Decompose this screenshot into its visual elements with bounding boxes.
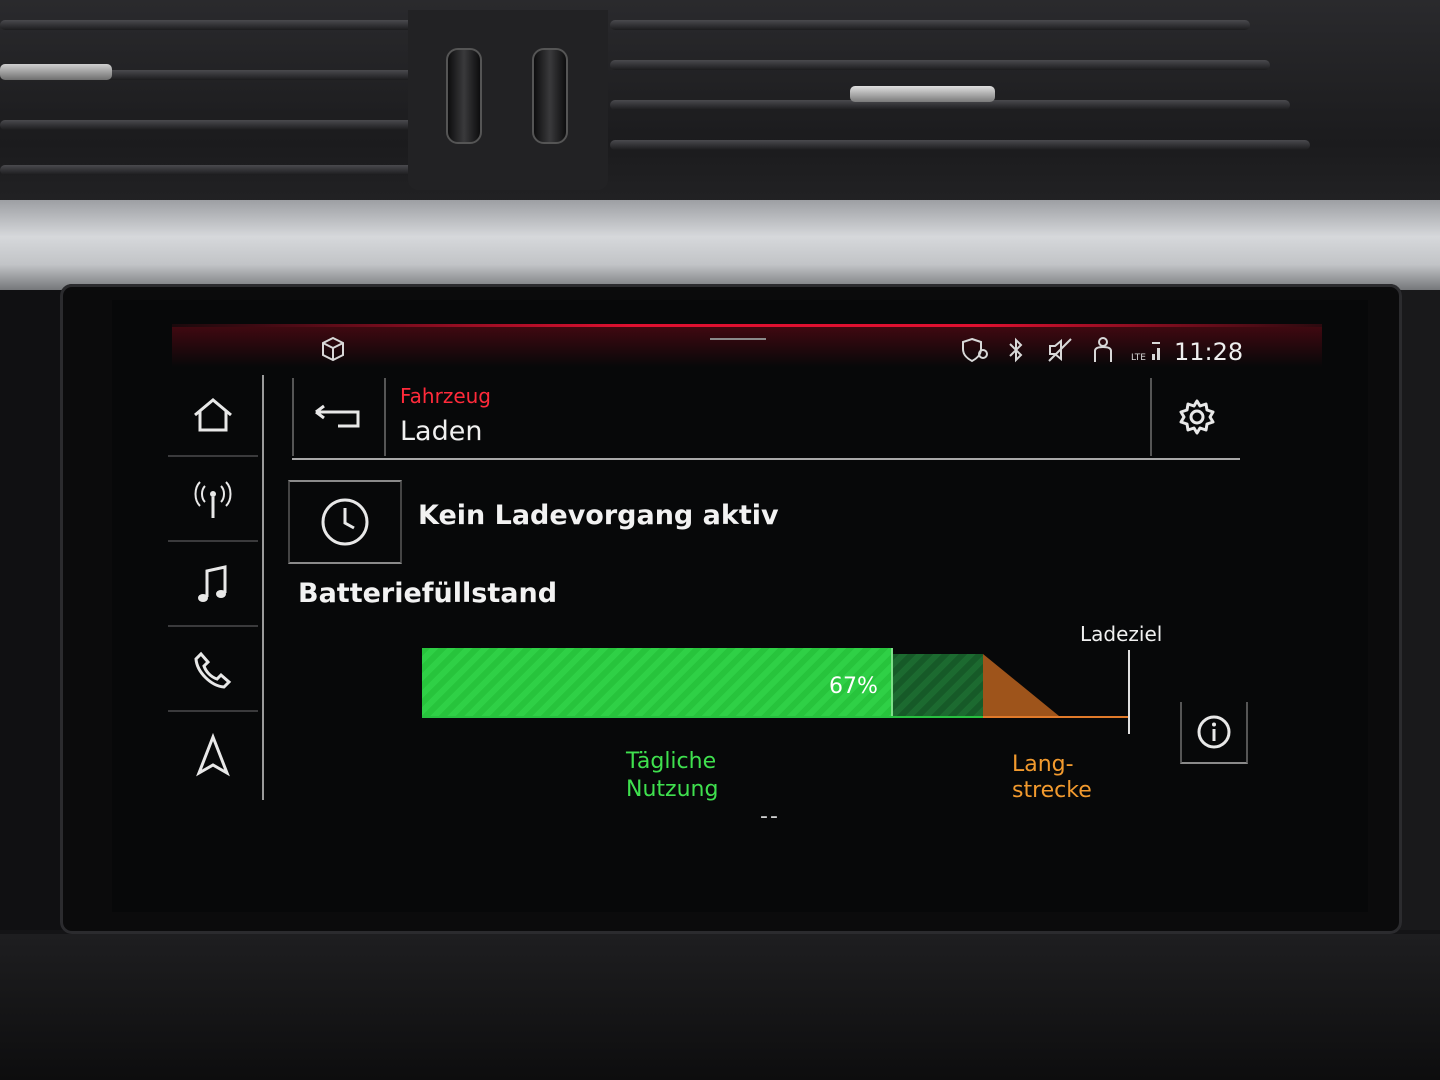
- breadcrumb[interactable]: Fahrzeug: [400, 384, 491, 408]
- page-header: Fahrzeug Laden: [292, 378, 1240, 460]
- vent-slat: [610, 20, 1250, 30]
- music-note-icon: [193, 563, 233, 607]
- vent-slat: [610, 60, 1270, 70]
- page-title: Laden: [400, 416, 483, 447]
- vent-knob: [446, 48, 482, 144]
- charge-target-marker[interactable]: [1128, 650, 1130, 734]
- battery-fill: [422, 648, 893, 716]
- clock: 11:28: [1174, 338, 1244, 366]
- daily-range-baseline: [422, 716, 983, 718]
- home-icon: [191, 395, 235, 435]
- vent-slat: [610, 140, 1310, 150]
- daily-usage-label-line2: Nutzung: [626, 777, 719, 802]
- sidebar-item-navigation[interactable]: [168, 715, 258, 795]
- mute-icon: [1046, 336, 1074, 364]
- long-range-baseline: [983, 716, 1128, 718]
- battery-section-title: Batteriefüllstand: [298, 578, 558, 609]
- info-button[interactable]: [1180, 702, 1248, 764]
- vent-slat: [0, 120, 420, 130]
- bluetooth-icon: [1006, 336, 1026, 364]
- daily-usage-label-line1: Tägliche: [626, 749, 717, 774]
- settings-button[interactable]: [1150, 378, 1242, 456]
- sidebar-item-radio[interactable]: [168, 460, 258, 542]
- page-indicator: --: [760, 804, 780, 829]
- back-button[interactable]: [292, 378, 386, 456]
- charge-target-label: Ladeziel: [1080, 622, 1163, 646]
- vent-tab: [0, 64, 112, 80]
- lte-signal-icon: LTE: [1130, 336, 1164, 364]
- navigation-icon: [193, 733, 233, 777]
- clock-icon: [319, 496, 371, 548]
- pull-down-handle[interactable]: [710, 338, 766, 340]
- shield-location-icon: [960, 336, 990, 364]
- battery-percent-label: 67%: [829, 674, 878, 699]
- sidebar-nav: [168, 375, 264, 800]
- vent-tab: [850, 86, 995, 102]
- phone-icon: [191, 648, 235, 692]
- battery-level-chart: 67%: [422, 640, 1142, 740]
- gear-icon: [1177, 397, 1217, 437]
- radio-antenna-icon: [191, 478, 235, 522]
- info-icon: [1196, 714, 1232, 750]
- charge-timer-button[interactable]: [288, 480, 402, 564]
- sidebar-item-home[interactable]: [168, 375, 258, 457]
- long-distance-label-line1: Lang-: [1012, 752, 1074, 777]
- vent-knob: [532, 48, 568, 144]
- charging-status: Kein Ladevorgang aktiv: [418, 500, 779, 531]
- vent-center-column: [408, 10, 608, 190]
- long-distance-label: Lang- strecke: [1012, 752, 1092, 804]
- sidebar-item-media[interactable]: [168, 545, 258, 627]
- seat-person-icon: [1090, 336, 1116, 364]
- vent-slat: [0, 20, 420, 30]
- dashboard-lower: [0, 934, 1440, 1080]
- long-distance-label-line2: strecke: [1012, 778, 1092, 803]
- top-accent-line: [172, 324, 1322, 327]
- daily-usage-label: Tägliche Nutzung: [626, 748, 718, 804]
- cube-icon: [320, 336, 346, 362]
- infotainment-screen: LTE 11:28 Fahrzeug Laden Kein Ladevorgan…: [112, 300, 1368, 912]
- back-arrow-icon: [312, 402, 366, 432]
- vent-slat: [0, 165, 420, 175]
- sidebar-item-phone[interactable]: [168, 630, 258, 712]
- svg-text:LTE: LTE: [1131, 353, 1146, 363]
- aluminium-trim: [0, 200, 1440, 292]
